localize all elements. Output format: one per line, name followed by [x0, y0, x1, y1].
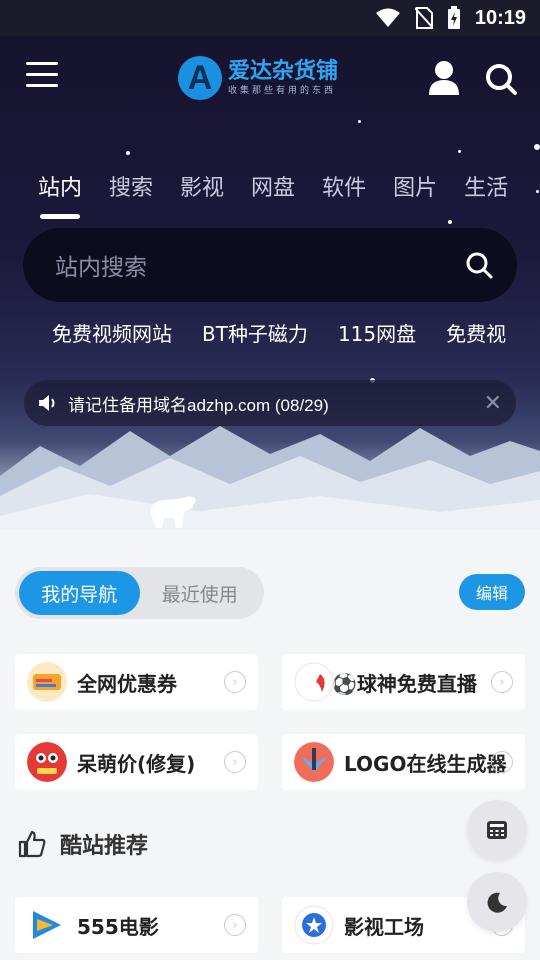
- nav-card-coupon[interactable]: 全网优惠券 ›: [15, 654, 258, 710]
- battery-charging-icon: [447, 6, 460, 29]
- chevron-right-icon: ›: [224, 751, 246, 773]
- nav-switch: 我的导航 最近使用: [15, 567, 264, 619]
- status-bar: 10:19: [0, 0, 540, 36]
- site-logo[interactable]: A 爱达杂货铺 收集那些有用的东西: [178, 56, 338, 100]
- user-icon[interactable]: [428, 60, 460, 96]
- nav-card-soccer-live[interactable]: ⚽球神免费直播 ›: [282, 654, 525, 710]
- close-icon[interactable]: ✕: [484, 391, 502, 416]
- hot-keywords: 免费视频网站 BT种子磁力 115网盘 免费视: [52, 318, 506, 347]
- moon-icon: [487, 892, 507, 913]
- hotword-item[interactable]: BT种子磁力: [202, 318, 308, 347]
- logo-slogan: 收集那些有用的东西: [228, 86, 337, 96]
- thumbs-up-icon: [18, 830, 46, 858]
- daimeng-icon: [27, 742, 67, 782]
- logo-maker-icon: [294, 742, 334, 782]
- speaker-icon: [39, 395, 55, 411]
- coupon-icon: [27, 662, 67, 702]
- film-factory-icon: [294, 905, 334, 945]
- search-icon[interactable]: [484, 62, 518, 96]
- section-header: 酷站推荐: [18, 828, 148, 860]
- tab-netdisk[interactable]: 网盘: [251, 170, 295, 202]
- search-input[interactable]: 站内搜索: [23, 228, 517, 302]
- tab-my-nav[interactable]: 我的导航: [19, 571, 140, 615]
- chevron-right-icon: ›: [224, 671, 246, 693]
- wifi-icon: [375, 8, 400, 27]
- card-label: 影视工场: [344, 914, 424, 939]
- notice-text: 请记住备用域名adzhp.com (08/29): [68, 395, 329, 415]
- mountain-illustration: [0, 426, 540, 530]
- hotword-item[interactable]: 免费视: [446, 318, 506, 347]
- logo-badge: A: [178, 56, 222, 100]
- hotword-item[interactable]: 免费视频网站: [52, 318, 172, 347]
- menu-icon[interactable]: [26, 62, 58, 92]
- tab-recent[interactable]: 最近使用: [140, 571, 261, 615]
- card-label: 全网优惠券: [77, 671, 177, 696]
- tab-search[interactable]: 搜索: [109, 170, 153, 202]
- hero-banner: A 爱达杂货铺 收集那些有用的东西 站内 搜索 影视 网盘 软件 图片 生活 站…: [0, 36, 540, 530]
- edit-button[interactable]: 编辑: [459, 574, 525, 610]
- chevron-right-icon: ›: [224, 914, 246, 936]
- search-placeholder: 站内搜索: [55, 255, 147, 281]
- card-label: 呆萌价(修复): [77, 751, 196, 776]
- card-label: ⚽球神免费直播: [332, 671, 477, 696]
- tab-site[interactable]: 站内: [38, 170, 82, 202]
- nav-card-logo-maker[interactable]: LOGO在线生成器 ›: [282, 734, 525, 790]
- no-sim-icon: [414, 7, 433, 29]
- nav-card-daimeng[interactable]: 呆萌价(修复) ›: [15, 734, 258, 790]
- calculator-icon: [487, 821, 507, 839]
- tab-images[interactable]: 图片: [393, 170, 437, 202]
- tab-video[interactable]: 影视: [180, 170, 224, 202]
- notice-bar: 请记住备用域名adzhp.com (08/29) ✕: [24, 380, 516, 426]
- card-label: 555电影: [77, 914, 159, 939]
- calculator-button[interactable]: [467, 800, 527, 860]
- top-bar: A 爱达杂货铺 收集那些有用的东西: [0, 56, 540, 100]
- card-label: LOGO在线生成器: [344, 751, 507, 776]
- soccer-live-icon: [294, 662, 334, 702]
- chevron-right-icon: ›: [491, 751, 513, 773]
- search-submit-icon[interactable]: [465, 251, 493, 279]
- active-tab-indicator: [40, 214, 80, 219]
- chevron-right-icon: ›: [491, 671, 513, 693]
- category-tabs: 站内 搜索 影视 网盘 软件 图片 生活: [38, 170, 508, 202]
- hotword-item[interactable]: 115网盘: [338, 318, 416, 347]
- section-title: 酷站推荐: [60, 834, 149, 859]
- logo-title: 爱达杂货铺: [228, 59, 339, 84]
- nav-card-555-movie[interactable]: 555电影 ›: [15, 897, 258, 953]
- movie-555-icon: [27, 905, 67, 945]
- night-mode-button[interactable]: [467, 872, 527, 932]
- clock: 10:19: [474, 6, 526, 29]
- tab-life[interactable]: 生活: [464, 170, 508, 202]
- tab-software[interactable]: 软件: [322, 170, 366, 202]
